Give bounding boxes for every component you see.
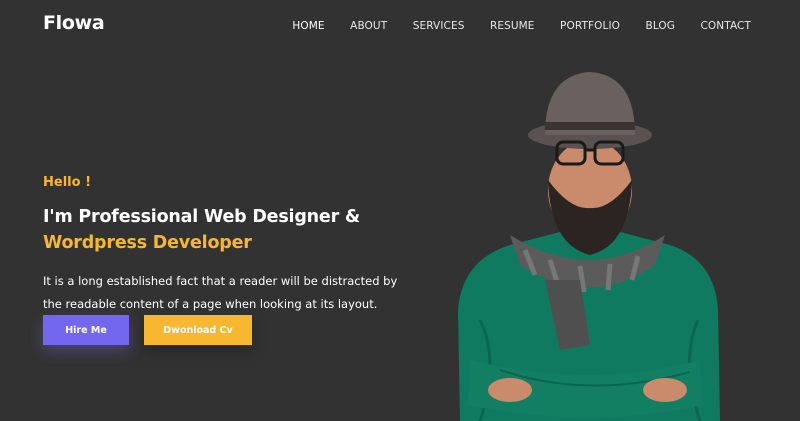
hero-description: It is a long established fact that a rea… — [43, 274, 398, 311]
site-header: Flowa HOME ABOUT SERVICES RESUME PORTFOL… — [0, 0, 800, 52]
hire-me-button[interactable]: Hire Me — [43, 315, 129, 345]
nav-about[interactable]: ABOUT — [350, 20, 387, 32]
nav-home[interactable]: HOME — [292, 20, 324, 32]
headline-line-1: I'm Professional Web Designer & — [43, 207, 360, 227]
headline-line-2: Wordpress Developer — [43, 233, 252, 253]
nav-blog[interactable]: BLOG — [646, 20, 675, 32]
hero-headline: I'm Professional Web Designer & Wordpres… — [43, 204, 403, 256]
site-logo[interactable]: Flowa — [43, 12, 105, 34]
main-nav: HOME ABOUT SERVICES RESUME PORTFOLIO BLO… — [267, 20, 751, 32]
nav-services[interactable]: SERVICES — [413, 20, 465, 32]
portrait-image — [458, 72, 720, 421]
nav-portfolio[interactable]: PORTFOLIO — [560, 20, 620, 32]
hero-greeting: Hello ! — [43, 175, 91, 190]
nav-resume[interactable]: RESUME — [490, 20, 535, 32]
nav-contact[interactable]: CONTACT — [701, 20, 752, 32]
hero-section: Hello ! I'm Professional Web Designer & … — [43, 175, 403, 316]
download-cv-button[interactable]: Dwonload Cv — [144, 315, 252, 345]
